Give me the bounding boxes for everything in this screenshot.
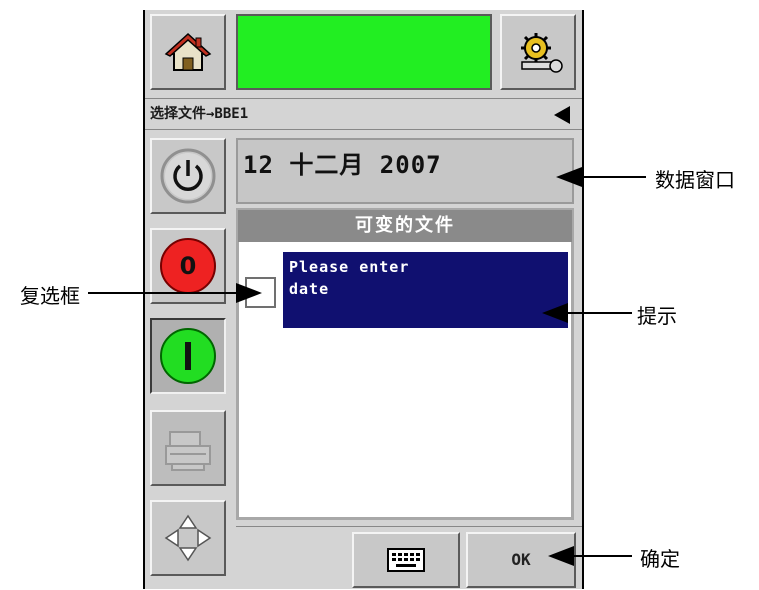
annotation-confirm: 确定 (640, 547, 680, 571)
settings-gear-icon (521, 33, 563, 73)
svg-text:0: 0 (180, 252, 197, 280)
annotation-checkbox: 复选框 (20, 284, 80, 308)
annotation-data-window: 数据窗口 (655, 168, 735, 192)
annotation-line-confirm (570, 555, 632, 557)
print-button[interactable] (150, 410, 226, 486)
annotation-prompt: 提示 (637, 304, 677, 328)
back-button[interactable] (550, 104, 574, 126)
keyboard-icon (387, 548, 425, 572)
annotation-line-data-window (578, 176, 646, 178)
arrow-checkbox (236, 283, 262, 303)
home-button[interactable] (150, 14, 226, 90)
start-icon (160, 328, 216, 384)
navigation-button[interactable] (150, 500, 226, 576)
annotation-line-checkbox (88, 292, 238, 294)
settings-button[interactable] (500, 14, 576, 90)
printer-icon (165, 431, 211, 471)
prompt-item[interactable]: Please enter date (283, 252, 568, 328)
power-button[interactable] (150, 138, 226, 214)
back-arrow-icon (554, 106, 570, 124)
date-value: 12 十二月 2007 (243, 151, 442, 179)
power-icon (160, 148, 216, 204)
arrow-confirm (548, 546, 574, 566)
keyboard-button[interactable] (352, 532, 460, 588)
breadcrumb: 选择文件→BBE1 (150, 106, 249, 122)
arrow-data-window (556, 167, 582, 187)
status-indicator (236, 14, 492, 90)
home-icon (164, 32, 212, 71)
panel-title: 可变的文件 (238, 210, 572, 242)
annotation-line-prompt (564, 312, 632, 314)
arrow-prompt (542, 303, 568, 323)
navigation-arrows-icon (164, 514, 212, 562)
start-button[interactable] (150, 318, 226, 394)
